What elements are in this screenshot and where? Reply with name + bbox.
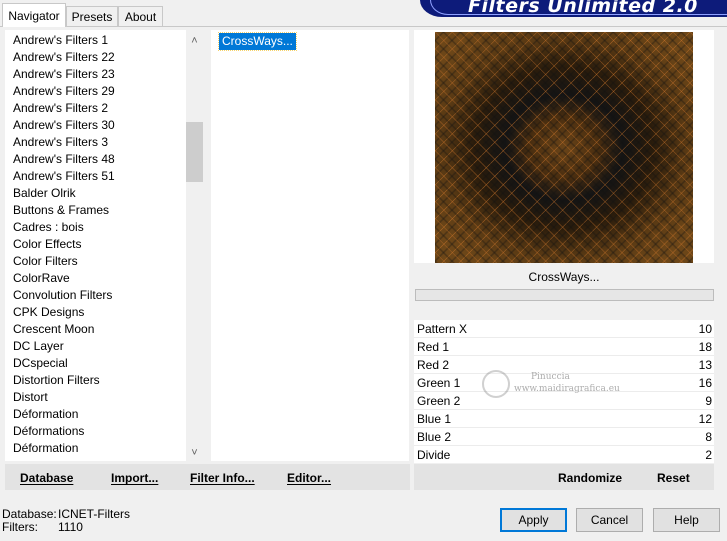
category-item[interactable]: Convolution Filters bbox=[13, 287, 112, 304]
param-label: Blue 1 bbox=[417, 412, 452, 426]
category-item[interactable]: Déformations bbox=[13, 423, 84, 440]
category-item[interactable]: Andrew's Filters 48 bbox=[13, 151, 115, 168]
param-value[interactable]: 9 bbox=[705, 394, 712, 408]
category-item[interactable]: Andrew's Filters 3 bbox=[13, 134, 108, 151]
param-value[interactable]: 16 bbox=[699, 376, 712, 390]
param-label: Red 1 bbox=[417, 340, 450, 354]
category-scrollbar[interactable]: ˄ ˅ bbox=[186, 30, 203, 461]
help-button[interactable]: Help bbox=[653, 508, 720, 532]
randomize-button[interactable]: Randomize bbox=[558, 471, 622, 485]
category-item[interactable]: DCspecial bbox=[13, 355, 68, 372]
status-database-label: Database: bbox=[2, 507, 57, 521]
category-item[interactable]: Andrew's Filters 23 bbox=[13, 66, 115, 83]
category-item[interactable]: Distort bbox=[13, 389, 48, 406]
editor-button[interactable]: Editor... bbox=[287, 471, 331, 485]
param-label: Green 1 bbox=[417, 376, 461, 390]
category-item[interactable]: Buttons & Frames bbox=[13, 202, 109, 219]
param-label: Green 2 bbox=[417, 394, 461, 408]
param-label: Divide bbox=[417, 448, 451, 462]
category-item[interactable]: Color Effects bbox=[13, 236, 81, 253]
param-value[interactable]: 10 bbox=[699, 322, 712, 336]
status-database-value: ICNET-Filters bbox=[58, 507, 130, 521]
app-title: Filters Unlimited 2.0 bbox=[468, 0, 698, 17]
param-row-divide[interactable]: Divide 2 bbox=[414, 446, 714, 464]
param-row-red-1[interactable]: Red 1 18 bbox=[414, 338, 714, 356]
status-filters-value: 1110 bbox=[58, 520, 83, 534]
progress-bar bbox=[415, 289, 714, 301]
tab-bar-divider bbox=[0, 26, 727, 27]
preview-filter-name: CrossWays... bbox=[528, 270, 600, 284]
filter-item-selected[interactable]: CrossWays... bbox=[218, 32, 297, 51]
status-filters-label: Filters: bbox=[2, 520, 38, 534]
apply-button[interactable]: Apply bbox=[500, 508, 567, 532]
param-label: Pattern X bbox=[417, 322, 468, 336]
param-row-red-2[interactable]: Red 2 13 bbox=[414, 356, 714, 374]
param-row-green-1[interactable]: Green 1 16 bbox=[414, 374, 714, 392]
param-value[interactable]: 8 bbox=[705, 430, 712, 444]
category-item[interactable]: Andrew's Filters 22 bbox=[13, 49, 115, 66]
param-row-blue-1[interactable]: Blue 1 12 bbox=[414, 410, 714, 428]
param-value[interactable]: 2 bbox=[705, 448, 712, 462]
scroll-thumb[interactable] bbox=[186, 122, 203, 182]
category-list[interactable]: Andrew's Filters 1 Andrew's Filters 22 A… bbox=[5, 30, 203, 461]
param-row-green-2[interactable]: Green 2 9 bbox=[414, 392, 714, 410]
parameters-panel: Pattern X 10 Red 1 18 Red 2 13 Green 1 1… bbox=[414, 320, 714, 463]
preview-image bbox=[435, 32, 693, 263]
cancel-button[interactable]: Cancel bbox=[576, 508, 643, 532]
param-value[interactable]: 18 bbox=[699, 340, 712, 354]
app-banner: Filters Unlimited 2.0 bbox=[420, 0, 727, 17]
filter-list[interactable]: CrossWays... bbox=[211, 30, 409, 461]
category-item[interactable]: CPK Designs bbox=[13, 304, 84, 321]
param-row-blue-2[interactable]: Blue 2 8 bbox=[414, 428, 714, 446]
category-item[interactable]: Andrew's Filters 1 bbox=[13, 32, 108, 49]
param-value[interactable]: 13 bbox=[699, 358, 712, 372]
category-item[interactable]: Andrew's Filters 2 bbox=[13, 100, 108, 117]
left-toolbar: Database Import... Filter Info... Editor… bbox=[5, 464, 410, 490]
tab-presets[interactable]: Presets bbox=[66, 6, 118, 26]
category-item[interactable]: Déformation bbox=[13, 406, 78, 423]
category-item[interactable]: Andrew's Filters 51 bbox=[13, 168, 115, 185]
category-item[interactable]: Balder Olrik bbox=[13, 185, 76, 202]
filter-info-button[interactable]: Filter Info... bbox=[190, 471, 255, 485]
param-label: Blue 2 bbox=[417, 430, 452, 444]
param-row-pattern-x[interactable]: Pattern X 10 bbox=[414, 320, 714, 338]
tab-navigator[interactable]: Navigator bbox=[2, 3, 66, 27]
category-item[interactable]: Andrew's Filters 30 bbox=[13, 117, 115, 134]
scroll-down-icon[interactable]: ˅ bbox=[186, 444, 203, 461]
param-value[interactable]: 12 bbox=[699, 412, 712, 426]
category-item[interactable]: Déformation bbox=[13, 440, 78, 457]
right-toolbar: Randomize Reset bbox=[414, 464, 714, 490]
scroll-up-icon[interactable]: ˄ bbox=[186, 32, 203, 49]
category-item[interactable]: Cadres : bois bbox=[13, 219, 84, 236]
category-item[interactable]: ColorRave bbox=[13, 270, 70, 287]
category-item[interactable]: Color Filters bbox=[13, 253, 78, 270]
category-item[interactable]: Distortion Filters bbox=[13, 372, 100, 389]
category-item[interactable]: Andrew's Filters 29 bbox=[13, 83, 115, 100]
reset-button[interactable]: Reset bbox=[657, 471, 690, 485]
category-item[interactable]: Crescent Moon bbox=[13, 321, 94, 338]
import-button[interactable]: Import... bbox=[111, 471, 158, 485]
database-button[interactable]: Database bbox=[20, 471, 73, 485]
category-item[interactable]: DC Layer bbox=[13, 338, 64, 355]
tab-about[interactable]: About bbox=[118, 6, 163, 26]
param-label: Red 2 bbox=[417, 358, 450, 372]
